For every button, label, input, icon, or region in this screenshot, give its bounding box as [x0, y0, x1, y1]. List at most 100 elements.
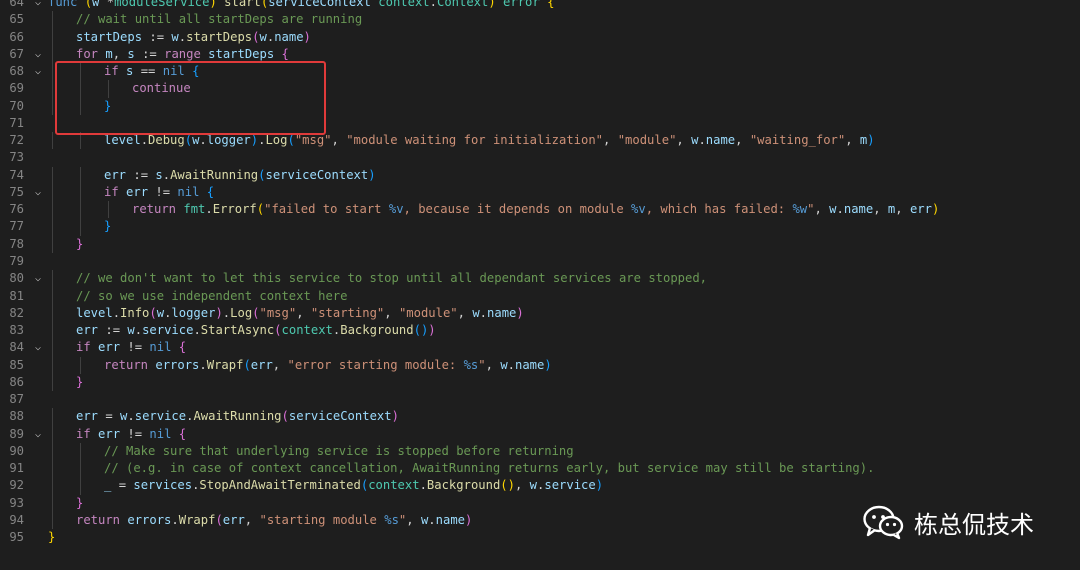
code-line[interactable]: 75 ⌵ if err != nil {: [0, 183, 1080, 202]
code-line[interactable]: 90 // Make sure that underlying service i…: [0, 442, 1080, 461]
code-text: err := s.AwaitRunning(serviceContext): [104, 167, 376, 184]
fold-chevron-icon[interactable]: ⌵: [31, 0, 45, 11]
code-line[interactable]: 92 _ = services.StopAndAwaitTerminated(co…: [0, 477, 1080, 495]
code-token: .: [479, 305, 488, 320]
code-token: nil: [149, 426, 172, 441]
code-line[interactable]: 79: [0, 253, 1080, 270]
fold-chevron-icon[interactable]: ⌵: [31, 46, 45, 63]
code-text: _ = services.StopAndAwaitTerminated(cont…: [104, 477, 603, 494]
line-number: 65: [9, 12, 24, 27]
code-line[interactable]: 89 ⌵ if err != nil {: [0, 425, 1080, 443]
code-text: if err != nil {: [76, 339, 186, 356]
fold-chevron-icon[interactable]: ⌵: [31, 184, 45, 201]
code-token: w: [500, 357, 508, 372]
code-token: }: [48, 530, 56, 545]
code-token: context: [378, 0, 430, 9]
code-token: // we don't want to let this service to …: [76, 271, 708, 286]
code-token: .: [419, 478, 427, 493]
code-text: err = w.service.AwaitRunning(serviceCont…: [76, 408, 399, 425]
code-token: }: [104, 219, 112, 234]
code-token: ): [391, 409, 399, 424]
code-token: m: [105, 46, 113, 61]
indent-guide: [80, 477, 81, 495]
line-number: 94: [9, 512, 24, 527]
code-line[interactable]: 80 ⌵ // we don't want to let this service …: [0, 270, 1080, 288]
code-token: *: [106, 0, 115, 9]
code-line[interactable]: 73: [0, 149, 1080, 166]
code-line[interactable]: 64 ⌵ func (w *moduleService) start(service…: [0, 0, 1080, 11]
code-line[interactable]: 82 level.Info(w.logger).Log("msg", "start…: [0, 304, 1080, 323]
code-token: Debug: [148, 133, 185, 148]
code-token: return: [76, 512, 121, 527]
code-token: (: [287, 133, 295, 148]
code-line[interactable]: 69 continue: [0, 80, 1080, 98]
code-token: (: [256, 202, 265, 217]
code-token: start: [224, 0, 261, 9]
code-token: if: [76, 426, 91, 441]
code-token: {: [192, 64, 200, 79]
code-token: name: [705, 133, 736, 148]
code-token: return: [132, 202, 177, 217]
code-line[interactable]: 81 // so we use independent context here: [0, 287, 1080, 305]
code-line[interactable]: 72 level.Debug(w.logger).Log("msg", "modu…: [0, 132, 1080, 150]
line-number: 92: [9, 478, 24, 493]
code-token: errors: [155, 357, 200, 372]
indent-guide: [52, 80, 53, 98]
line-number: 72: [9, 133, 24, 148]
fold-chevron-icon[interactable]: ⌵: [31, 63, 45, 80]
code-line[interactable]: 77}: [0, 218, 1080, 236]
code-text: func (w *moduleService) start(serviceCon…: [48, 0, 554, 11]
indent-guide: [52, 442, 53, 461]
code-text: // (e.g. in case of context cancellation…: [104, 460, 874, 477]
code-text: // Make sure that underlying service is …: [104, 443, 574, 460]
code-line[interactable]: 84 ⌵ if err != nil {: [0, 339, 1080, 357]
code-token: Log: [230, 305, 253, 320]
line-number: 69: [9, 81, 24, 96]
code-line[interactable]: 91 // (e.g. in case of context cancellati…: [0, 460, 1080, 478]
code-line[interactable]: 68 ⌵ if s == nil {: [0, 63, 1080, 81]
code-token: w: [829, 202, 837, 217]
code-line[interactable]: 87: [0, 391, 1080, 408]
code-token: ,: [603, 133, 618, 148]
fold-chevron-icon[interactable]: ⌵: [31, 426, 45, 443]
code-line[interactable]: 88 err = w.service.AwaitRunning(serviceCo…: [0, 408, 1080, 426]
fold-chevron-icon[interactable]: ⌵: [31, 339, 45, 356]
code-token: ): [209, 0, 217, 9]
code-line[interactable]: 83 err := w.service.StartAsync(context.Ba…: [0, 322, 1080, 340]
code-line[interactable]: 86}: [0, 373, 1080, 392]
code-token: ,: [112, 46, 128, 61]
code-token: }: [76, 495, 84, 510]
code-line[interactable]: 78}: [0, 235, 1080, 253]
code-token: ,: [331, 133, 347, 148]
code-line[interactable]: 67 ⌵ for m, s := range startDeps {: [0, 45, 1080, 64]
code-editor[interactable]: 64 ⌵ func (w *moduleService) start(service…: [0, 0, 1080, 547]
code-token: ,: [384, 305, 399, 320]
code-text: for m, s := range startDeps {: [76, 46, 289, 63]
code-token: %v: [388, 202, 404, 217]
fold-chevron-icon[interactable]: ⌵: [31, 270, 45, 287]
indent-guide: [52, 373, 53, 392]
code-line[interactable]: 85 return errors.Wrapf(err, "error starti…: [0, 356, 1080, 374]
code-token: ): [303, 29, 311, 44]
code-line[interactable]: 76 return fmt.Errorf("failed to start %v,…: [0, 201, 1080, 219]
code-line[interactable]: 74 err := s.AwaitRunning(serviceContext): [0, 166, 1080, 184]
code-line[interactable]: 71: [0, 115, 1080, 132]
code-line[interactable]: 70}: [0, 97, 1080, 115]
code-token: ,: [244, 512, 260, 527]
code-token: =: [118, 478, 127, 493]
code-line[interactable]: 65 // wait until all startDeps are runnin…: [0, 11, 1080, 29]
indent-guide: [52, 356, 53, 374]
code-token: // (e.g. in case of context cancellation…: [104, 461, 875, 476]
code-token: ,: [873, 202, 888, 217]
code-token: w: [127, 323, 135, 338]
code-token: .: [836, 202, 844, 217]
code-line[interactable]: 66 startDeps := w.startDeps(w.name): [0, 28, 1080, 46]
indent-guide: [52, 201, 53, 219]
code-token: ): [368, 167, 376, 182]
